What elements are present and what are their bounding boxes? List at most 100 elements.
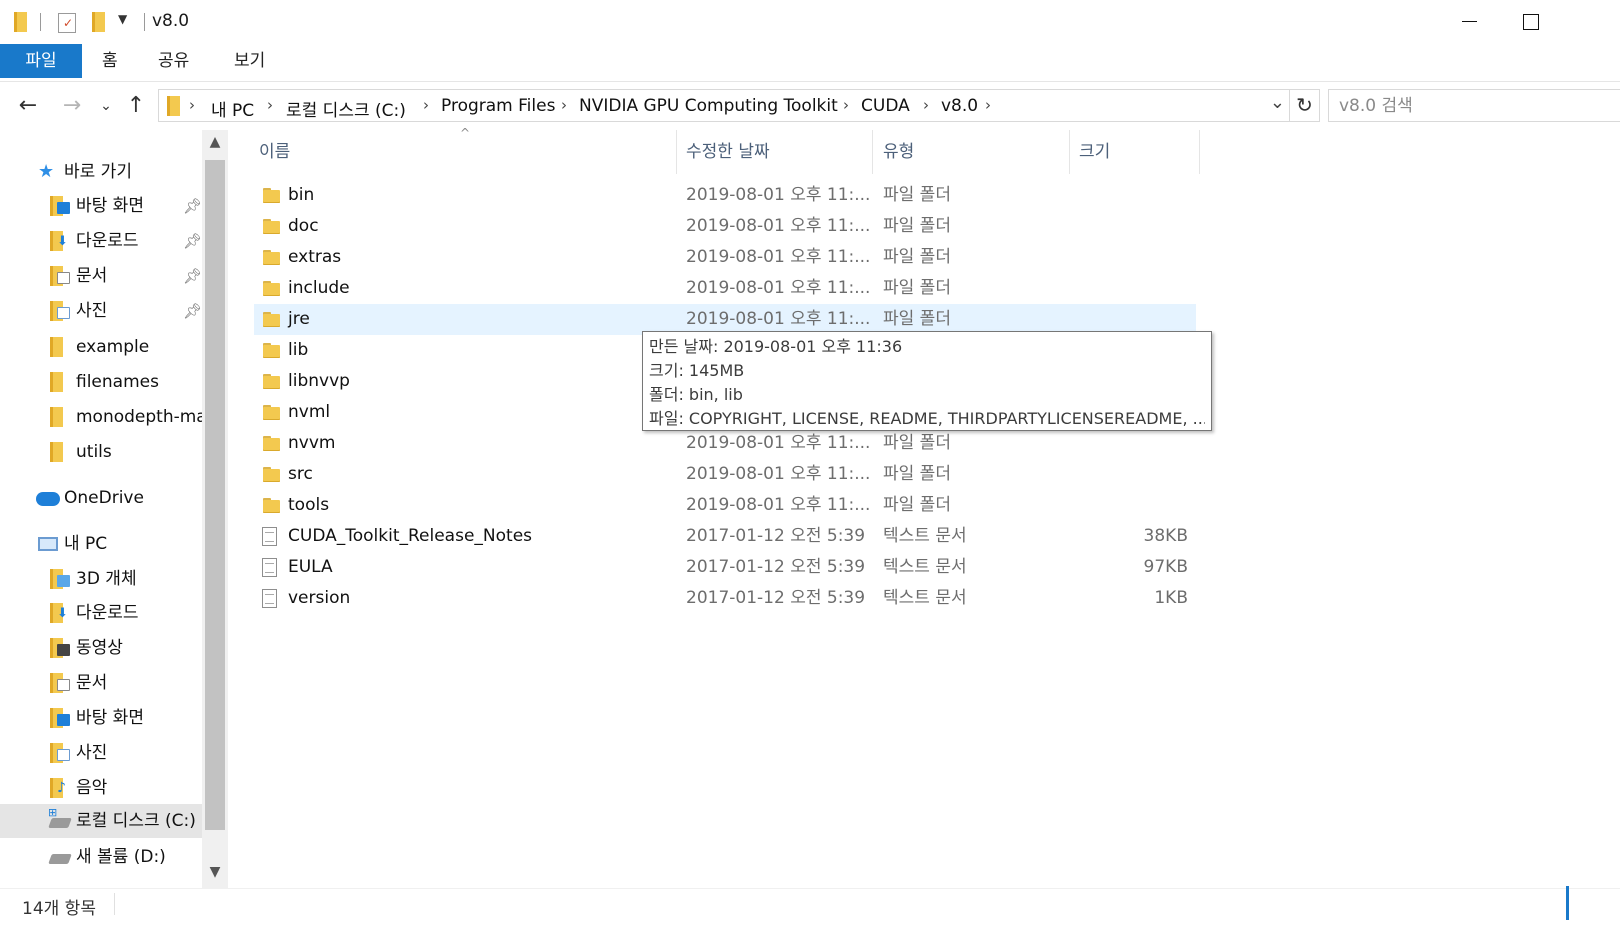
- chevron-right-icon[interactable]: ›: [985, 96, 991, 114]
- quick-access-dropdown-icon[interactable]: ▼: [118, 12, 127, 26]
- status-bar: 14개 항목: [0, 888, 1620, 920]
- sidebar-item-desktop[interactable]: 바탕 화면 📌︎: [0, 189, 202, 223]
- drive-icon: [48, 854, 72, 864]
- tab-view[interactable]: 보기: [218, 44, 281, 78]
- picture-icon: [57, 749, 70, 761]
- file-row[interactable]: EULA 2017-01-12 오전 5:39 텍스트 문서 97KB: [254, 552, 1196, 583]
- pin-icon[interactable]: 📌︎: [183, 189, 202, 223]
- recent-locations-chevron-icon[interactable]: ⌄: [92, 92, 120, 120]
- column-header-date[interactable]: 수정한 날짜: [686, 130, 770, 174]
- chevron-right-icon[interactable]: ›: [561, 96, 567, 114]
- sidebar-item-downloads[interactable]: ⬇ 다운로드 📌︎: [0, 224, 202, 258]
- divider: [144, 13, 145, 31]
- sidebar-item-label: 내 PC: [64, 534, 108, 554]
- picture-icon: [57, 307, 70, 319]
- pin-icon[interactable]: 📌︎: [183, 224, 202, 258]
- sidebar-item-example[interactable]: example: [0, 330, 202, 364]
- file-row[interactable]: version 2017-01-12 오전 5:39 텍스트 문서 1KB: [254, 583, 1196, 614]
- file-row[interactable]: CUDA_Toolkit_Release_Notes 2017-01-12 오전…: [254, 521, 1196, 552]
- chevron-right-icon[interactable]: ›: [923, 96, 929, 114]
- window-title: v8.0: [152, 11, 190, 31]
- address-bar[interactable]: › 내 PC › 로컬 디스크 (C:) › Program Files › N…: [158, 89, 1320, 122]
- file-type: 파일 폴더: [883, 216, 951, 236]
- breadcrumb-v8[interactable]: v8.0: [941, 96, 978, 116]
- file-type: 파일 폴더: [883, 495, 951, 515]
- sidebar-scrollbar[interactable]: ▲ ▼: [202, 130, 228, 888]
- sidebar-item-pictures[interactable]: 사진 📌︎: [0, 294, 202, 328]
- chevron-right-icon[interactable]: ›: [843, 96, 849, 114]
- breadcrumb-this-pc[interactable]: 내 PC: [211, 96, 254, 121]
- scroll-up-arrow-icon[interactable]: ▲: [205, 134, 225, 156]
- window-bottom-edge: [0, 920, 1620, 952]
- back-arrow-icon[interactable]: ←: [14, 92, 42, 120]
- navigation-pane: ★ 바로 가기 바탕 화면 📌︎ ⬇ 다운로드 📌︎ 문서 📌︎ 사진 📌︎ e…: [0, 130, 230, 888]
- new-folder-icon[interactable]: [92, 12, 105, 32]
- column-divider[interactable]: [676, 130, 677, 174]
- tab-file[interactable]: 파일: [0, 44, 82, 78]
- file-row[interactable]: doc 2019-08-01 오후 11:... 파일 폴더: [254, 211, 1196, 242]
- column-header-size[interactable]: 크기: [1079, 130, 1110, 174]
- sidebar-item-pc-desktop[interactable]: 바탕 화면: [0, 701, 202, 735]
- sidebar-item-monodepth[interactable]: monodepth-master: [0, 400, 202, 434]
- sidebar-item-label: utils: [76, 442, 112, 462]
- sidebar-item-filenames[interactable]: filenames: [0, 365, 202, 399]
- sidebar-item-quick-access[interactable]: ★ 바로 가기: [0, 155, 202, 189]
- refresh-icon[interactable]: ↻: [1289, 90, 1319, 121]
- address-dropdown-icon[interactable]: ⌄: [1270, 92, 1285, 113]
- forward-arrow-icon[interactable]: →: [58, 92, 86, 120]
- tab-home[interactable]: 홈: [86, 44, 134, 78]
- up-arrow-icon[interactable]: ↑: [122, 92, 150, 120]
- sidebar-item-label: 바탕 화면: [76, 708, 144, 728]
- sidebar-item-onedrive[interactable]: OneDrive: [0, 481, 202, 515]
- chevron-right-icon[interactable]: ›: [423, 96, 429, 114]
- sidebar-item-3d-objects[interactable]: 3D 개체: [0, 562, 202, 596]
- file-type: 파일 폴더: [883, 185, 951, 205]
- file-row[interactable]: extras 2019-08-01 오후 11:... 파일 폴더: [254, 242, 1196, 273]
- scroll-down-arrow-icon[interactable]: ▼: [205, 864, 225, 886]
- maximize-button[interactable]: [1500, 6, 1560, 38]
- breadcrumb-local-disk[interactable]: 로컬 디스크 (C:): [286, 96, 406, 121]
- column-divider[interactable]: [1199, 130, 1200, 174]
- sidebar-item-music[interactable]: ♪ 음악: [0, 771, 202, 805]
- breadcrumb-nvidia-toolkit[interactable]: NVIDIA GPU Computing Toolkit: [579, 96, 838, 116]
- sidebar-item-pc-downloads[interactable]: ⬇ 다운로드: [0, 596, 202, 630]
- star-icon: ★: [38, 161, 55, 182]
- sidebar-item-label: 사진: [76, 743, 108, 763]
- minimize-button[interactable]: [1438, 6, 1498, 38]
- sidebar-item-pc-documents[interactable]: 문서: [0, 666, 202, 700]
- sidebar-item-local-disk-c[interactable]: ⊞ 로컬 디스크 (C:): [0, 804, 202, 838]
- file-row[interactable]: bin 2019-08-01 오후 11:... 파일 폴더: [254, 180, 1196, 211]
- view-toggle-edge[interactable]: [1566, 886, 1569, 920]
- sidebar-item-label: 동영상: [76, 638, 123, 658]
- folder-icon: [263, 188, 280, 203]
- file-name: nvml: [288, 402, 331, 422]
- sidebar-item-utils[interactable]: utils: [0, 435, 202, 469]
- pin-icon[interactable]: 📌︎: [183, 259, 202, 293]
- breadcrumb-program-files[interactable]: Program Files: [441, 96, 555, 116]
- search-input[interactable]: [1329, 90, 1620, 121]
- sidebar-item-volume-d[interactable]: 새 볼륨 (D:): [0, 840, 202, 874]
- sidebar-item-pc-pictures[interactable]: 사진: [0, 736, 202, 770]
- search-box[interactable]: [1328, 89, 1620, 122]
- sidebar-item-documents[interactable]: 문서 📌︎: [0, 259, 202, 293]
- file-row[interactable]: include 2019-08-01 오후 11:... 파일 폴더: [254, 273, 1196, 304]
- scrollbar-thumb[interactable]: [205, 160, 225, 830]
- address-folder-icon: [167, 96, 180, 116]
- sidebar-item-this-pc[interactable]: 내 PC: [0, 527, 202, 561]
- file-row[interactable]: tools 2019-08-01 오후 11:... 파일 폴더: [254, 490, 1196, 521]
- tooltip-created: 만든 날짜: 2019-08-01 오후 11:36: [649, 337, 903, 356]
- properties-icon[interactable]: ✓: [58, 13, 76, 33]
- column-divider[interactable]: [1069, 130, 1070, 174]
- column-divider[interactable]: [872, 130, 873, 174]
- chevron-right-icon[interactable]: ›: [267, 96, 273, 114]
- column-header-type[interactable]: 유형: [883, 130, 914, 174]
- file-name: lib: [288, 340, 309, 360]
- column-header-name[interactable]: 이름: [259, 130, 290, 174]
- breadcrumb-cuda[interactable]: CUDA: [861, 96, 910, 116]
- sidebar-item-videos[interactable]: 동영상: [0, 631, 202, 665]
- chevron-right-icon[interactable]: ›: [189, 96, 195, 114]
- file-row[interactable]: src 2019-08-01 오후 11:... 파일 폴더: [254, 459, 1196, 490]
- file-row[interactable]: nvvm 2019-08-01 오후 11:... 파일 폴더: [254, 428, 1196, 459]
- tab-share[interactable]: 공유: [142, 44, 205, 78]
- pin-icon[interactable]: 📌︎: [183, 294, 202, 328]
